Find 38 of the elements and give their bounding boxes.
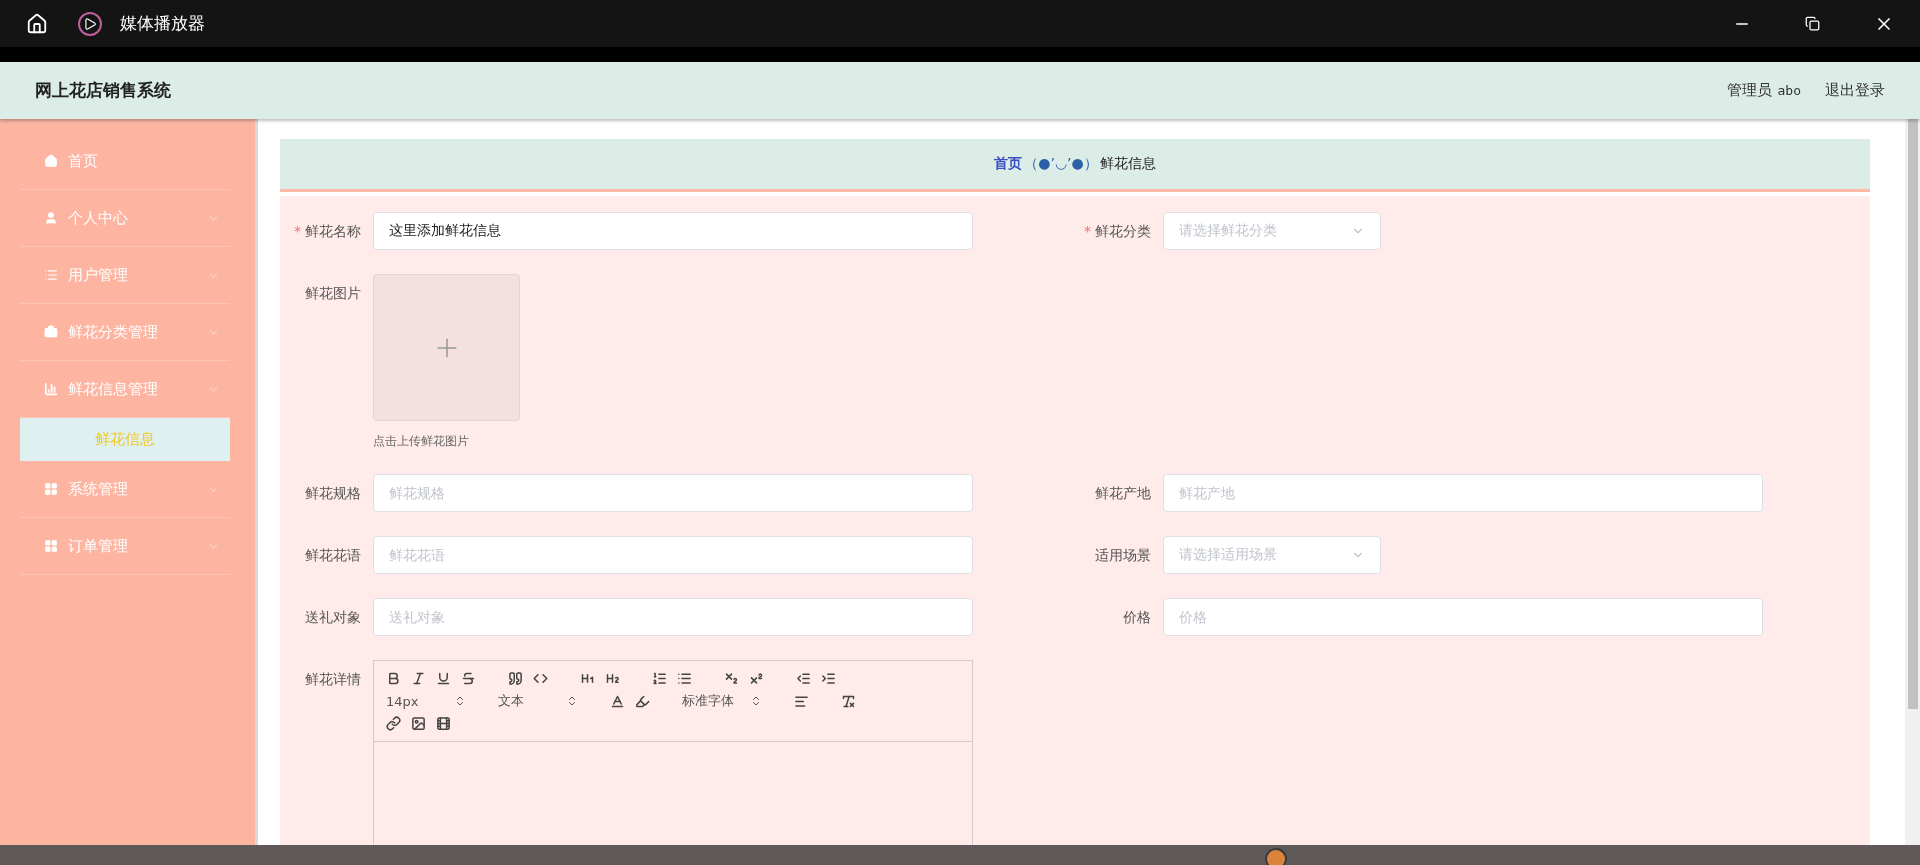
sidebar-item[interactable]: 首页 bbox=[20, 133, 230, 190]
text-field[interactable]: 鲜花产地 bbox=[1163, 474, 1763, 512]
text-field[interactable]: 这里添加鲜花信息 bbox=[373, 212, 973, 250]
size-picker[interactable]: 14px bbox=[386, 693, 466, 709]
field-label: 鲜花花语 bbox=[305, 547, 361, 563]
breadcrumb-separator: （●’◡’●） bbox=[1024, 155, 1098, 173]
field-label: 鲜花图片 bbox=[305, 285, 361, 301]
text-field[interactable]: 鲜花花语 bbox=[373, 536, 973, 574]
text-field[interactable]: 价格 bbox=[1163, 598, 1763, 636]
header-picker[interactable]: 文本 bbox=[498, 692, 578, 710]
logout-link[interactable]: 退出登录 bbox=[1825, 81, 1885, 100]
field-label: 价格 bbox=[1123, 609, 1151, 625]
required-mark: * bbox=[294, 223, 301, 239]
user-info: 管理员 abo bbox=[1726, 81, 1801, 100]
field-label: 鲜花分类 bbox=[1095, 223, 1151, 239]
site-title: 网上花店销售系统 bbox=[35, 79, 171, 102]
field-label: 鲜花详情 bbox=[305, 671, 361, 687]
field-label: 鲜花名称 bbox=[305, 223, 361, 239]
select-field[interactable]: 请选择鲜花分类 bbox=[1163, 212, 1381, 250]
breadcrumb-link[interactable]: 首页 bbox=[994, 155, 1023, 173]
field-label: 鲜花规格 bbox=[305, 485, 361, 501]
text-field[interactable]: 送礼对象 bbox=[373, 598, 973, 636]
breadcrumb-current: 鲜花信息 bbox=[1099, 155, 1156, 173]
sidebar-item[interactable]: 系统管理 bbox=[20, 461, 230, 518]
window-title: 媒体播放器 bbox=[120, 12, 205, 35]
field-label: 适用场景 bbox=[1095, 547, 1151, 563]
sidebar-item[interactable]: 鲜花分类管理 bbox=[20, 304, 230, 361]
text-field[interactable]: 鲜花规格 bbox=[373, 474, 973, 512]
sidebar-item[interactable]: 订单管理 bbox=[20, 518, 230, 575]
upload-hint: 点击上传鲜花图片 bbox=[373, 433, 470, 450]
sidebar-item[interactable]: 个人中心 bbox=[20, 190, 230, 247]
select-field[interactable]: 请选择适用场景 bbox=[1163, 536, 1381, 574]
required-mark: * bbox=[1084, 223, 1091, 239]
sidebar-item[interactable]: 用户管理 bbox=[20, 247, 230, 304]
sidebar-subitem[interactable]: 鲜花信息 bbox=[20, 418, 230, 461]
field-label: 送礼对象 bbox=[305, 609, 361, 625]
font-picker[interactable]: 标准字体 bbox=[682, 692, 762, 710]
field-label: 鲜花产地 bbox=[1095, 485, 1151, 501]
